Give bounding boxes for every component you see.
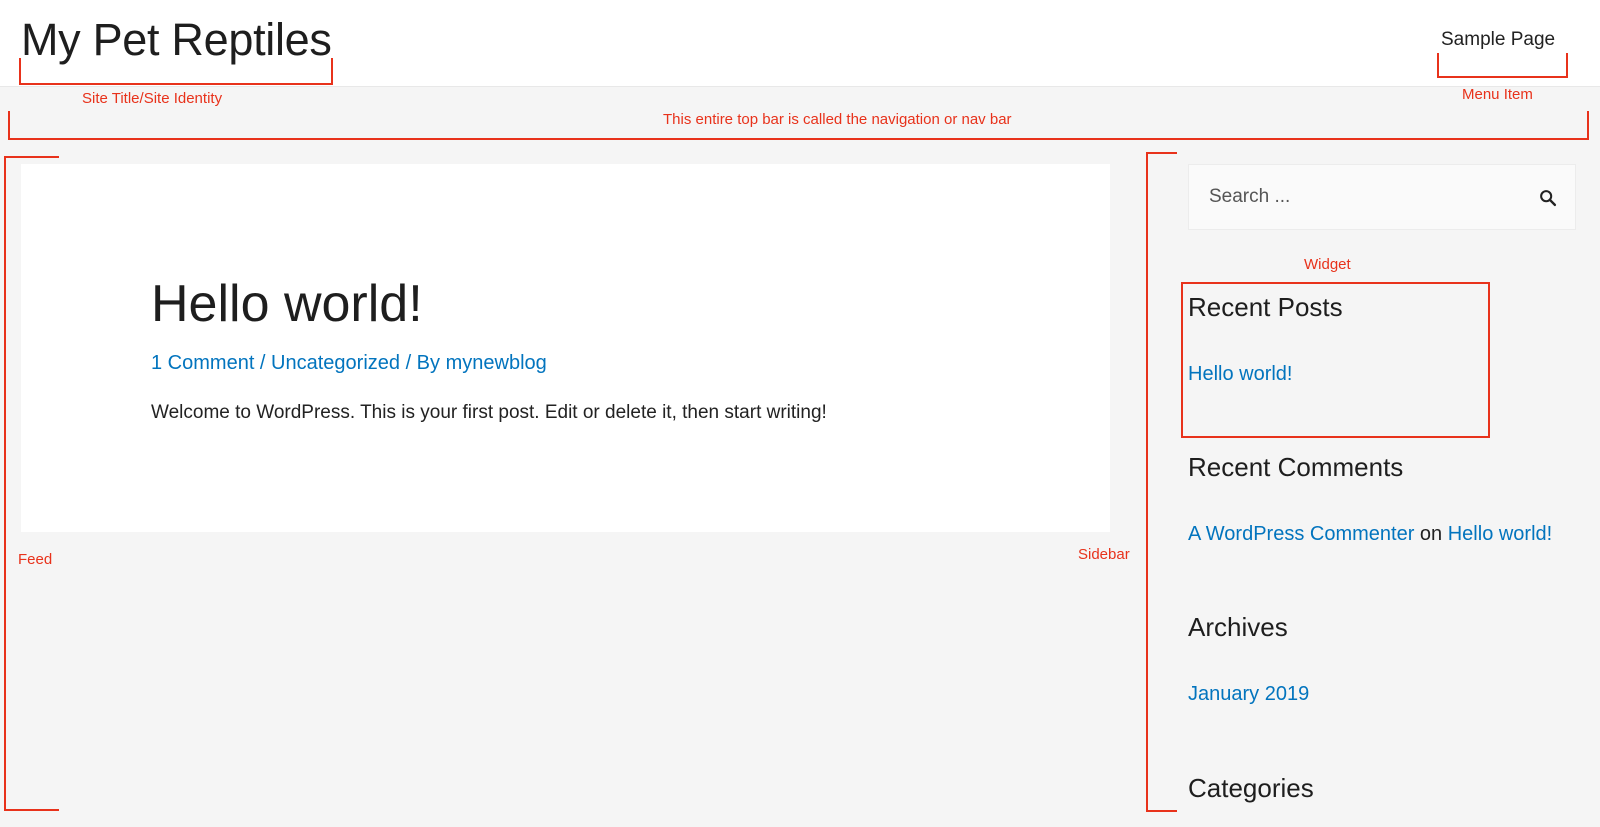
annotation-site-identity: Site Title/Site Identity (82, 90, 223, 107)
post-comments-link[interactable]: 1 Comment (151, 352, 254, 374)
post-card: Hello world! 1 Comment / Uncategorized /… (21, 164, 1110, 532)
comment-post-link[interactable]: Hello world! (1448, 523, 1552, 545)
widget-highlight-box (1181, 282, 1490, 438)
comment-author-link[interactable]: A WordPress Commenter (1188, 523, 1414, 545)
post-meta: 1 Comment / Uncategorized / By mynewblog (151, 350, 547, 376)
recent-comment-item: A WordPress Commenter on Hello world! (1188, 521, 1552, 547)
categories-title: Categories (1188, 773, 1314, 803)
meta-separator: / By (400, 352, 446, 374)
post-author-link[interactable]: mynewblog (446, 352, 547, 374)
annotation-feed: Feed (18, 551, 53, 568)
post-title[interactable]: Hello world! (151, 272, 423, 336)
site-title-bracket (19, 58, 333, 85)
post-excerpt: Welcome to WordPress. This is your first… (151, 402, 827, 423)
annotation-sidebar: Sidebar (1078, 546, 1130, 563)
feed-bracket (4, 156, 59, 811)
meta-separator: / (254, 352, 272, 374)
annotation-nav-bar: This entire top bar is called the naviga… (663, 111, 1012, 128)
annotation-widget: Widget (1304, 256, 1351, 273)
search-widget (1188, 164, 1576, 230)
post-category-link[interactable]: Uncategorized (271, 352, 400, 374)
annotation-menu-item: Menu Item (1462, 86, 1533, 103)
menu-item-bracket (1437, 53, 1568, 78)
comment-connector: on (1414, 523, 1448, 545)
menu-item-sample-page[interactable]: Sample Page (1441, 28, 1555, 52)
search-input[interactable] (1189, 165, 1509, 229)
recent-comments-title: Recent Comments (1188, 452, 1404, 482)
archives-title: Archives (1188, 612, 1288, 642)
archive-link[interactable]: January 2019 (1188, 681, 1309, 707)
search-icon[interactable] (1537, 187, 1559, 209)
sidebar-bracket (1146, 152, 1177, 812)
